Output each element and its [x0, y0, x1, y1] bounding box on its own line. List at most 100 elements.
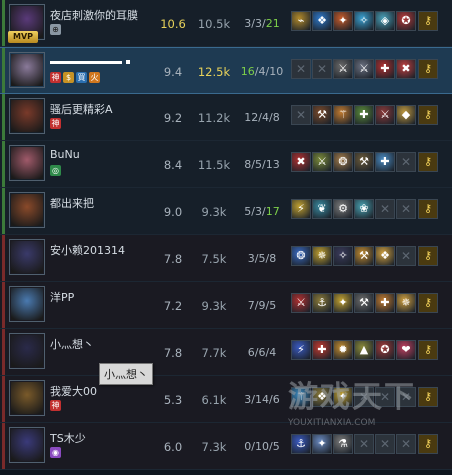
- item-icon[interactable]: ⚡: [291, 199, 311, 219]
- trinket-icon[interactable]: ⚷: [418, 11, 438, 31]
- item-icon[interactable]: ⚔: [375, 105, 395, 125]
- item-icon[interactable]: ⌁: [291, 11, 311, 31]
- champion-portrait[interactable]: [9, 52, 45, 88]
- item-icon[interactable]: ✖: [291, 152, 311, 172]
- item-icon[interactable]: ❀: [354, 199, 374, 219]
- item-icon[interactable]: ⚓: [312, 293, 332, 313]
- item-icon[interactable]: ◆: [396, 105, 416, 125]
- item-icon[interactable]: ⚔: [333, 59, 353, 79]
- item-icon[interactable]: ⚒: [354, 246, 374, 266]
- player-row[interactable]: MVP 夜店刺激你的耳膜 ⊕ 10.6 10.5k 3/3/21 ⌁ ❖ ✦ ✧ ◈ ✪ ⚷: [0, 0, 452, 47]
- player-row[interactable]: BuNu ◎ 8.4 11.5k 8/5/13 ✖ ⚔ ❂ ⚒ ✚ ✕ ⚷: [0, 141, 452, 188]
- item-icon[interactable]: ⚚: [291, 387, 311, 407]
- trinket-icon[interactable]: ⚷: [418, 340, 438, 360]
- item-icon[interactable]: ❖: [312, 11, 332, 31]
- item-icon[interactable]: ✦: [333, 387, 353, 407]
- item-icon[interactable]: ✧: [354, 11, 374, 31]
- item-icon[interactable]: ✚: [375, 152, 395, 172]
- player-row[interactable]: 骚后更精彩A 神 9.2 11.2k 12/4/8 ✕ ⚒ ⚚ ✚ ⚔ ◆ ⚷: [0, 94, 452, 141]
- item-icon[interactable]: ✪: [396, 11, 416, 31]
- champion-portrait[interactable]: [9, 380, 45, 416]
- empty-slot-icon[interactable]: ✕: [396, 246, 416, 266]
- player-row[interactable]: 安小赖201314 7.8 7.5k 3/5/8 ❂ ✵ ✧ ⚒ ❖ ✕ ⚷: [0, 235, 452, 282]
- empty-slot-icon[interactable]: ✕: [396, 387, 416, 407]
- player-name[interactable]: [50, 55, 160, 68]
- champion-portrait[interactable]: [9, 239, 45, 275]
- player-name[interactable]: 夜店刺激你的耳膜: [50, 7, 160, 23]
- item-icon[interactable]: ✦: [333, 293, 353, 313]
- champion-portrait[interactable]: MVP: [8, 4, 45, 43]
- item-icon[interactable]: ✦: [333, 11, 353, 31]
- empty-slot-icon[interactable]: ✕: [354, 434, 374, 454]
- item-icon[interactable]: ⚒: [312, 105, 332, 125]
- player-name[interactable]: TS木少: [50, 430, 160, 446]
- item-icon[interactable]: ⚒: [354, 152, 374, 172]
- empty-slot-icon[interactable]: ✕: [291, 105, 311, 125]
- player-name[interactable]: 安小赖201314: [50, 242, 160, 258]
- item-icon[interactable]: ✚: [354, 105, 374, 125]
- player-row[interactable]: 我爱大00 神 5.3 6.1k 3/14/6 ⚚ ❖ ✦ ✕ ✕ ✕ ⚷: [0, 376, 452, 423]
- item-icon[interactable]: ⚚: [333, 105, 353, 125]
- item-icon[interactable]: ❂: [291, 246, 311, 266]
- empty-slot-icon[interactable]: ✕: [396, 434, 416, 454]
- trinket-icon[interactable]: ⚷: [418, 105, 438, 125]
- item-icon[interactable]: ❖: [312, 387, 332, 407]
- item-icon[interactable]: ✚: [312, 340, 332, 360]
- item-icon[interactable]: ❖: [375, 246, 395, 266]
- item-icon[interactable]: ⚗: [333, 434, 353, 454]
- item-icon[interactable]: ◈: [375, 11, 395, 31]
- item-icon[interactable]: ✪: [375, 340, 395, 360]
- player-row[interactable]: TS木少 ◉ 6.0 7.3k 0/10/5 ⚓ ✦ ⚗ ✕ ✕ ✕ ⚷: [0, 423, 452, 470]
- trinket-icon[interactable]: ⚷: [418, 387, 438, 407]
- item-icon[interactable]: ⚔: [354, 59, 374, 79]
- item-icon[interactable]: ✦: [312, 434, 332, 454]
- item-icon[interactable]: ✖: [396, 59, 416, 79]
- trinket-icon[interactable]: ⚷: [418, 152, 438, 172]
- item-icon[interactable]: ❂: [333, 152, 353, 172]
- item-icon[interactable]: ⚔: [312, 152, 332, 172]
- player-row[interactable]: 小灬想丶 7.8 7.7k 6/6/4 ⚡ ✚ ✹ ▲ ✪ ❤ ⚷: [0, 329, 452, 376]
- player-row[interactable]: 洋PP 7.2 9.3k 7/9/5 ⚔ ⚓ ✦ ⚒ ✚ ✵ ⚷: [0, 282, 452, 329]
- trinket-icon[interactable]: ⚷: [418, 199, 438, 219]
- player-name[interactable]: BuNu: [50, 148, 160, 161]
- player-name[interactable]: 骚后更精彩A: [50, 101, 160, 117]
- empty-slot-icon[interactable]: ✕: [375, 434, 395, 454]
- empty-slot-icon[interactable]: ✕: [312, 59, 332, 79]
- player-row[interactable]: 神 $ 買火 9.4 12.5k 16/4/10 ✕ ✕ ⚔ ⚔ ✚ ✖ ⚷: [0, 47, 452, 94]
- item-icon[interactable]: ✧: [333, 246, 353, 266]
- item-icon[interactable]: ⚓: [291, 434, 311, 454]
- item-icon[interactable]: ⚒: [354, 293, 374, 313]
- item-icon[interactable]: ⚙: [333, 199, 353, 219]
- empty-slot-icon[interactable]: ✕: [396, 152, 416, 172]
- item-icon[interactable]: ✵: [396, 293, 416, 313]
- item-icon[interactable]: ✹: [333, 340, 353, 360]
- item-icon[interactable]: ❤: [396, 340, 416, 360]
- item-icon[interactable]: ⚔: [291, 293, 311, 313]
- player-name[interactable]: 小灬想丶: [50, 336, 160, 352]
- empty-slot-icon[interactable]: ✕: [396, 199, 416, 219]
- player-name[interactable]: 我爱大00: [50, 383, 160, 399]
- item-icon[interactable]: ▲: [354, 340, 374, 360]
- champion-portrait[interactable]: [9, 427, 45, 463]
- trinket-icon[interactable]: ⚷: [418, 434, 438, 454]
- empty-slot-icon[interactable]: ✕: [375, 199, 395, 219]
- champion-portrait[interactable]: [9, 98, 45, 134]
- trinket-icon[interactable]: ⚷: [418, 59, 438, 79]
- item-icon[interactable]: ⚡: [291, 340, 311, 360]
- champion-portrait[interactable]: [9, 145, 45, 181]
- item-icon[interactable]: ❦: [312, 199, 332, 219]
- item-icon[interactable]: ✚: [375, 293, 395, 313]
- champion-portrait[interactable]: [9, 286, 45, 322]
- empty-slot-icon[interactable]: ✕: [354, 387, 374, 407]
- trinket-icon[interactable]: ⚷: [418, 246, 438, 266]
- empty-slot-icon[interactable]: ✕: [291, 59, 311, 79]
- item-icon[interactable]: ✵: [312, 246, 332, 266]
- player-row[interactable]: 都出来把 9.0 9.3k 5/3/17 ⚡ ❦ ⚙ ❀ ✕ ✕ ⚷: [0, 188, 452, 235]
- player-name[interactable]: 都出来把: [50, 195, 160, 211]
- player-name[interactable]: 洋PP: [50, 289, 160, 305]
- item-icon[interactable]: ✚: [375, 59, 395, 79]
- champion-portrait[interactable]: [9, 333, 45, 369]
- trinket-icon[interactable]: ⚷: [418, 293, 438, 313]
- champion-portrait[interactable]: [9, 192, 45, 228]
- empty-slot-icon[interactable]: ✕: [375, 387, 395, 407]
